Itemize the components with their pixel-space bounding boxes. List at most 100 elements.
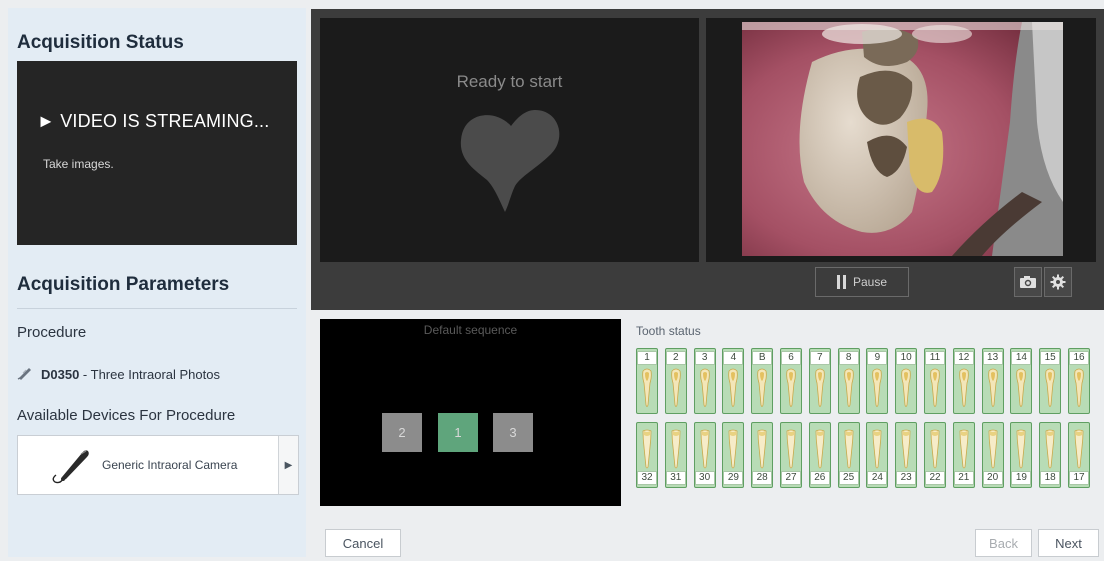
tooth-number: 16 (1069, 351, 1089, 365)
acquisition-parameters-title: Acquisition Parameters (17, 274, 230, 295)
ready-pane: Ready to start (320, 18, 699, 262)
tooth-8[interactable]: 8 (837, 348, 860, 414)
tooth-number: 14 (1011, 351, 1032, 365)
tooth-number: 3 (694, 351, 715, 365)
tooth-6[interactable]: 6 (780, 348, 802, 414)
pencil-icon (17, 366, 33, 383)
sequence-step-label: 3 (509, 425, 517, 440)
tooth-number: 10 (896, 351, 917, 365)
gear-icon (1050, 274, 1066, 290)
tooth-29[interactable]: 29 (722, 422, 745, 488)
tooth-number: 30 (694, 471, 715, 485)
tooth-number: 11 (925, 351, 945, 365)
procedure-description: - Three Intraoral Photos (79, 367, 220, 382)
left-panel: Acquisition Status ► VIDEO IS STREAMING.… (8, 8, 306, 557)
tooth-number: 4 (723, 351, 744, 365)
camera-icon (1019, 275, 1037, 289)
tooth-number: 32 (637, 471, 657, 485)
tooth-2[interactable]: 2 (664, 348, 687, 414)
acquisition-window: Acquisition Status ► VIDEO IS STREAMING.… (0, 0, 1104, 561)
tooth-number: 2 (665, 351, 686, 365)
tooth-10[interactable]: 10 (895, 348, 918, 414)
tooth-9[interactable]: 9 (866, 348, 889, 414)
tooth-number: 26 (809, 471, 830, 485)
tooth-number: 15 (1040, 351, 1061, 365)
tooth-20[interactable]: 20 (981, 422, 1004, 488)
status-text: ► VIDEO IS STREAMING... (37, 111, 270, 131)
tooth-number: 9 (867, 351, 888, 365)
tooth-28[interactable]: 28 (751, 422, 774, 488)
tooth-13[interactable]: 13 (981, 348, 1004, 414)
tooth-number: 21 (953, 471, 974, 485)
tooth-17[interactable]: 17 (1068, 422, 1090, 488)
sequence-step-2[interactable]: 2 (382, 413, 422, 452)
tooth-number: 25 (838, 471, 859, 485)
sequence-step-3[interactable]: 3 (493, 413, 533, 452)
cancel-button[interactable]: Cancel (325, 529, 401, 557)
tooth-7[interactable]: 7 (808, 348, 831, 414)
tooth-30[interactable]: 30 (693, 422, 716, 488)
tooth-number: 20 (982, 471, 1003, 485)
tooth-logo-icon (455, 108, 567, 219)
status-instruction: Take images. (43, 157, 114, 171)
tooth-number: 18 (1040, 471, 1061, 485)
tooth-B[interactable]: B (751, 348, 774, 414)
tooth-23[interactable]: 23 (895, 422, 918, 488)
tooth-26[interactable]: 26 (808, 422, 831, 488)
tooth-number: 22 (925, 471, 945, 485)
sequence-title: Default sequence (423, 323, 518, 337)
acquisition-status-title: Acquisition Status (17, 32, 184, 53)
tooth-22[interactable]: 22 (924, 422, 946, 488)
tooth-12[interactable]: 12 (952, 348, 975, 414)
capture-button[interactable] (1014, 267, 1042, 297)
tooth-number: 24 (867, 471, 888, 485)
divider (17, 308, 297, 309)
tooth-3[interactable]: 3 (693, 348, 716, 414)
tooth-number: 1 (637, 351, 657, 365)
tooth-19[interactable]: 19 (1010, 422, 1033, 488)
tooth-11[interactable]: 11 (924, 348, 946, 414)
tooth-16[interactable]: 16 (1068, 348, 1090, 414)
device-name: Generic Intraoral Camera (102, 458, 238, 472)
tooth-number: 19 (1011, 471, 1032, 485)
tooth-status-title: Tooth status (636, 324, 701, 338)
pause-button[interactable]: Pause (815, 267, 909, 297)
tooth-number: 28 (752, 471, 773, 485)
sequence-pane: Default sequence 2 1 3 (320, 319, 621, 506)
tooth-number: 29 (723, 471, 744, 485)
sequence-step-label: 1 (454, 425, 462, 440)
back-button[interactable]: Back (975, 529, 1032, 557)
available-devices-label: Available Devices For Procedure (17, 407, 236, 424)
device-expand-button[interactable]: ▶ (278, 436, 298, 494)
tooth-14[interactable]: 14 (1010, 348, 1033, 414)
tooth-number: 7 (809, 351, 830, 365)
tooth-number: 13 (982, 351, 1003, 365)
tooth-number: 23 (896, 471, 917, 485)
tooth-32[interactable]: 32 (636, 422, 658, 488)
tooth-number: 27 (781, 471, 801, 485)
next-button[interactable]: Next (1038, 529, 1099, 557)
settings-button[interactable] (1044, 267, 1072, 297)
video-pane (706, 18, 1096, 262)
procedure-label: Procedure (17, 324, 87, 341)
pause-label: Pause (852, 275, 888, 289)
pause-icon (836, 275, 846, 289)
procedure-row: D0350 - Three Intraoral Photos (17, 366, 220, 383)
ready-text: Ready to start (456, 72, 563, 91)
tooth-1[interactable]: 1 (636, 348, 658, 414)
tooth-18[interactable]: 18 (1039, 422, 1062, 488)
sequence-step-1[interactable]: 1 (438, 413, 478, 452)
tooth-15[interactable]: 15 (1039, 348, 1062, 414)
tooth-27[interactable]: 27 (780, 422, 802, 488)
tooth-31[interactable]: 31 (664, 422, 687, 488)
tooth-24[interactable]: 24 (866, 422, 889, 488)
device-card-generic-intraoral-camera[interactable]: Generic Intraoral Camera ▶ (17, 435, 299, 495)
sequence-step-label: 2 (398, 425, 406, 440)
tooth-25[interactable]: 25 (837, 422, 860, 488)
video-feed-image (742, 22, 1063, 256)
tooth-number: 12 (953, 351, 974, 365)
procedure-code: D0350 (41, 367, 80, 382)
tooth-4[interactable]: 4 (722, 348, 745, 414)
tooth-21[interactable]: 21 (952, 422, 975, 488)
tooth-number: 8 (838, 351, 859, 365)
